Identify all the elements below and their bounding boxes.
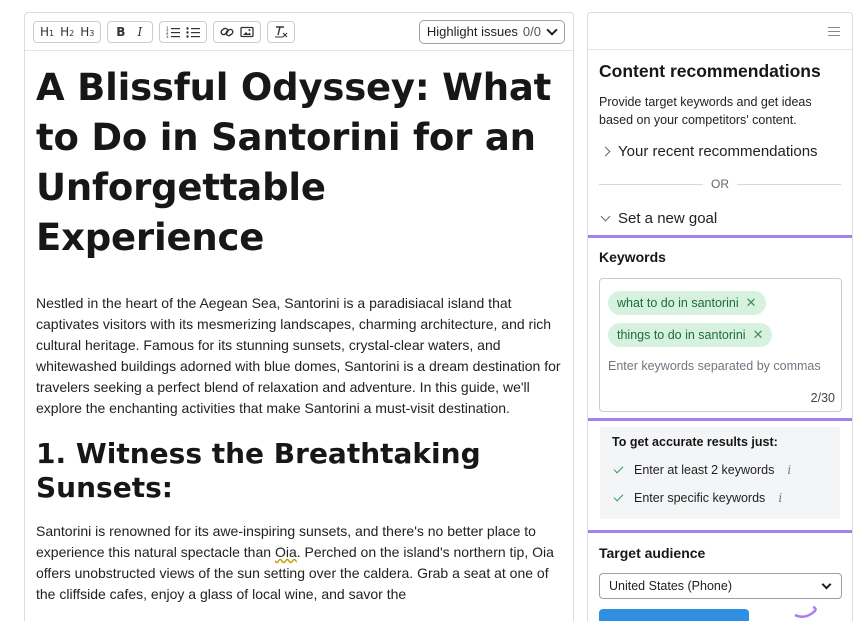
tip-item: Enter specific keywords i bbox=[613, 491, 782, 505]
h2-label: H bbox=[60, 24, 70, 39]
remove-chip-icon[interactable]: ✕ bbox=[746, 295, 757, 311]
recent-recommendations-toggle[interactable]: Your recent recommendations bbox=[600, 143, 818, 160]
highlight-count: 0/0 bbox=[522, 24, 541, 39]
swirl-decoration bbox=[794, 605, 817, 618]
format-group: B I bbox=[107, 20, 154, 43]
recent-label: Your recent recommendations bbox=[618, 143, 818, 160]
list-group: 123 bbox=[159, 20, 208, 43]
clear-format-icon[interactable] bbox=[272, 23, 290, 41]
bullet-list-icon[interactable] bbox=[184, 23, 202, 41]
chevron-down-icon bbox=[600, 211, 611, 222]
target-audience-section: Target audience United States (Phone) bbox=[588, 530, 852, 621]
or-label: OR bbox=[711, 177, 729, 191]
keyword-chip-label: what to do in santorini bbox=[617, 296, 739, 310]
keywords-placeholder[interactable]: Enter keywords separated by commas bbox=[608, 359, 821, 373]
or-line-left bbox=[599, 183, 703, 185]
h2-sub: 2 bbox=[69, 29, 75, 38]
tip-label: Enter at least 2 keywords bbox=[634, 463, 775, 477]
check-icon bbox=[613, 463, 624, 474]
keyword-chip: what to do in santorini ✕ bbox=[608, 291, 766, 315]
or-line-right bbox=[737, 183, 841, 185]
link-icon[interactable] bbox=[218, 23, 236, 41]
chevron-down-icon bbox=[821, 579, 832, 590]
clear-group bbox=[267, 20, 296, 43]
sidebar-divider bbox=[588, 49, 852, 50]
chevron-down-icon bbox=[546, 24, 558, 36]
keywords-input[interactable]: what to do in santorini ✕ things to do i… bbox=[599, 278, 842, 412]
image-icon[interactable] bbox=[238, 23, 256, 41]
document-title: A Blissful Odyssey: What to Do in Santor… bbox=[36, 66, 552, 259]
sidebar-description: Provide target keywords and get ideas ba… bbox=[599, 95, 812, 127]
heading-group: H1 H2 H3 bbox=[33, 20, 102, 43]
italic-button[interactable]: I bbox=[131, 23, 148, 41]
keywords-section: Keywords what to do in santorini ✕ thing… bbox=[588, 235, 852, 421]
keywords-title: Keywords bbox=[599, 249, 666, 265]
info-icon[interactable]: i bbox=[778, 491, 782, 505]
get-recommendations-button[interactable] bbox=[599, 609, 749, 621]
info-icon[interactable]: i bbox=[787, 463, 791, 477]
heading-2-button[interactable]: H2 bbox=[58, 23, 76, 41]
section-1-paragraph: Santorini is renowned for its awe-inspir… bbox=[36, 521, 561, 605]
new-goal-label: Set a new goal bbox=[618, 210, 718, 227]
target-audience-value: United States (Phone) bbox=[609, 579, 732, 593]
heading-1-button[interactable]: H1 bbox=[38, 23, 56, 41]
h1-label: H bbox=[40, 24, 50, 39]
check-icon bbox=[613, 491, 624, 502]
chevron-right-icon bbox=[600, 146, 611, 157]
set-new-goal-toggle[interactable]: Set a new goal bbox=[600, 210, 718, 227]
tips-title: To get accurate results just: bbox=[612, 435, 778, 449]
menu-icon[interactable] bbox=[828, 27, 840, 37]
tips-box: To get accurate results just: Enter at l… bbox=[600, 427, 840, 519]
flagged-word[interactable]: Oia bbox=[275, 544, 297, 560]
heading-3-button[interactable]: H3 bbox=[78, 23, 96, 41]
highlight-label: Highlight issues bbox=[426, 24, 518, 39]
or-separator: OR bbox=[599, 177, 841, 191]
ordered-list-icon[interactable]: 123 bbox=[164, 23, 182, 41]
tip-label: Enter specific keywords bbox=[634, 491, 766, 505]
h3-label: H bbox=[80, 24, 90, 39]
tip-item: Enter at least 2 keywords i bbox=[613, 463, 791, 477]
sidebar-title: Content recommendations bbox=[599, 61, 821, 81]
recommendations-sidebar: Content recommendations Provide target k… bbox=[587, 12, 853, 621]
svg-text:3: 3 bbox=[166, 34, 169, 38]
insert-group bbox=[213, 20, 262, 43]
editor-panel: H1 H2 H3 B I 123 Highlight issues 0/0 A … bbox=[24, 12, 574, 621]
bold-button[interactable]: B bbox=[112, 23, 129, 41]
remove-chip-icon[interactable]: ✕ bbox=[753, 327, 764, 343]
keyword-chip-label: things to do in santorini bbox=[617, 328, 746, 342]
section-1-heading: 1. Witness the Breathtaking Sunsets: bbox=[36, 437, 481, 504]
editor-toolbar: H1 H2 H3 B I 123 Highlight issues 0/0 bbox=[25, 13, 573, 51]
target-audience-select[interactable]: United States (Phone) bbox=[599, 573, 842, 599]
highlight-issues-dropdown[interactable]: Highlight issues 0/0 bbox=[418, 19, 565, 44]
keyword-chip: things to do in santorini ✕ bbox=[608, 323, 773, 347]
document-body[interactable]: A Blissful Odyssey: What to Do in Santor… bbox=[25, 51, 573, 605]
intro-paragraph: Nestled in the heart of the Aegean Sea, … bbox=[36, 295, 561, 416]
keywords-counter: 2/30 bbox=[810, 391, 835, 405]
target-audience-title: Target audience bbox=[599, 545, 706, 561]
h1-sub: 1 bbox=[49, 29, 55, 38]
h3-sub: 3 bbox=[89, 29, 95, 38]
